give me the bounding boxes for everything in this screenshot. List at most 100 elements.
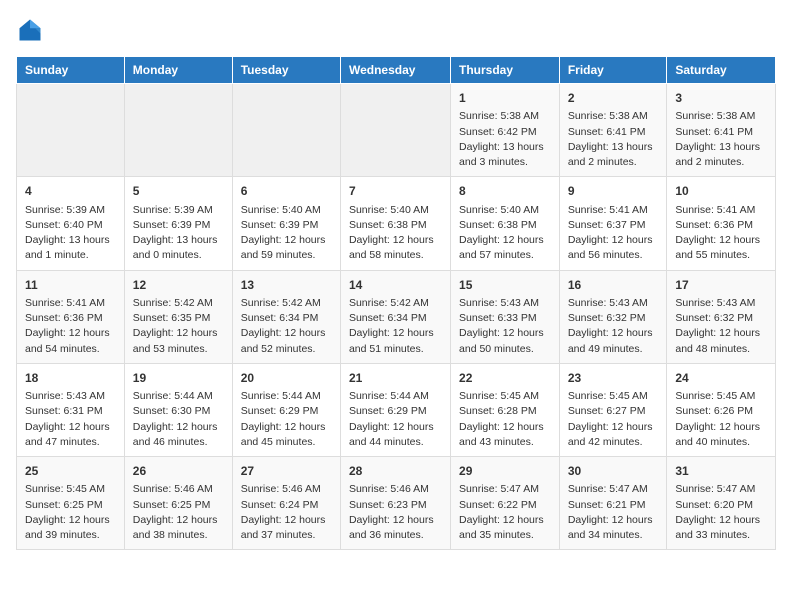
day-info-line: Sunrise: 5:46 AM [241, 483, 321, 495]
logo [16, 16, 48, 44]
calendar-header: SundayMondayTuesdayWednesdayThursdayFrid… [17, 57, 776, 84]
day-info-line: Sunrise: 5:38 AM [568, 110, 648, 122]
day-info-line: Sunset: 6:39 PM [133, 219, 211, 231]
calendar-week-5: 25Sunrise: 5:45 AMSunset: 6:25 PMDayligh… [17, 457, 776, 550]
calendar-cell [124, 84, 232, 177]
day-info-line: and 45 minutes. [241, 436, 316, 448]
day-info-line: and 39 minutes. [25, 529, 100, 541]
logo-icon [16, 16, 44, 44]
calendar-cell: 23Sunrise: 5:45 AMSunset: 6:27 PMDayligh… [559, 363, 667, 456]
calendar-cell: 2Sunrise: 5:38 AMSunset: 6:41 PMDaylight… [559, 84, 667, 177]
calendar-cell: 13Sunrise: 5:42 AMSunset: 6:34 PMDayligh… [232, 270, 340, 363]
calendar-cell: 12Sunrise: 5:42 AMSunset: 6:35 PMDayligh… [124, 270, 232, 363]
calendar-table: SundayMondayTuesdayWednesdayThursdayFrid… [16, 56, 776, 550]
day-number: 24 [675, 370, 767, 387]
day-number: 21 [349, 370, 442, 387]
day-info-line: Sunrise: 5:47 AM [459, 483, 539, 495]
day-info-line: Sunset: 6:20 PM [675, 499, 753, 511]
day-info-line: Sunrise: 5:44 AM [133, 390, 213, 402]
day-info-line: and 36 minutes. [349, 529, 424, 541]
day-info-line: and 55 minutes. [675, 249, 750, 261]
day-info-line: Sunset: 6:36 PM [675, 219, 753, 231]
day-number: 8 [459, 183, 551, 200]
day-info-line: Daylight: 12 hours [241, 421, 326, 433]
day-info-line: Sunset: 6:21 PM [568, 499, 646, 511]
day-number: 31 [675, 463, 767, 480]
day-info-line: Daylight: 12 hours [349, 514, 434, 526]
day-info-line: Sunset: 6:34 PM [349, 312, 427, 324]
calendar-cell: 19Sunrise: 5:44 AMSunset: 6:30 PMDayligh… [124, 363, 232, 456]
day-info-line: and 1 minute. [25, 249, 89, 261]
day-info-line: Sunrise: 5:38 AM [675, 110, 755, 122]
calendar-cell: 11Sunrise: 5:41 AMSunset: 6:36 PMDayligh… [17, 270, 125, 363]
calendar-cell [17, 84, 125, 177]
day-info-line: and 2 minutes. [675, 156, 744, 168]
day-info-line: Sunrise: 5:45 AM [459, 390, 539, 402]
day-info-line: Daylight: 12 hours [675, 421, 760, 433]
day-info-line: Sunset: 6:33 PM [459, 312, 537, 324]
day-info-line: Daylight: 12 hours [568, 421, 653, 433]
day-info-line: Daylight: 12 hours [25, 421, 110, 433]
day-info-line: Daylight: 12 hours [568, 234, 653, 246]
day-info-line: Daylight: 12 hours [241, 234, 326, 246]
day-info-line: Daylight: 12 hours [241, 514, 326, 526]
page-header [16, 16, 776, 44]
day-info-line: Sunset: 6:39 PM [241, 219, 319, 231]
weekday-header-friday: Friday [559, 57, 667, 84]
calendar-cell: 30Sunrise: 5:47 AMSunset: 6:21 PMDayligh… [559, 457, 667, 550]
day-number: 7 [349, 183, 442, 200]
day-info-line: and 44 minutes. [349, 436, 424, 448]
day-info-line: and 54 minutes. [25, 343, 100, 355]
calendar-cell: 16Sunrise: 5:43 AMSunset: 6:32 PMDayligh… [559, 270, 667, 363]
day-info-line: Daylight: 13 hours [459, 141, 544, 153]
day-info-line: Daylight: 12 hours [459, 327, 544, 339]
day-info-line: Sunset: 6:41 PM [675, 126, 753, 138]
calendar-cell: 7Sunrise: 5:40 AMSunset: 6:38 PMDaylight… [340, 177, 450, 270]
calendar-cell: 5Sunrise: 5:39 AMSunset: 6:39 PMDaylight… [124, 177, 232, 270]
weekday-header-tuesday: Tuesday [232, 57, 340, 84]
weekday-header-sunday: Sunday [17, 57, 125, 84]
day-info-line: and 49 minutes. [568, 343, 643, 355]
day-number: 1 [459, 90, 551, 107]
day-info-line: Sunrise: 5:45 AM [25, 483, 105, 495]
day-info-line: Sunset: 6:38 PM [349, 219, 427, 231]
day-number: 30 [568, 463, 659, 480]
day-info-line: and 38 minutes. [133, 529, 208, 541]
day-info-line: and 53 minutes. [133, 343, 208, 355]
calendar-cell: 20Sunrise: 5:44 AMSunset: 6:29 PMDayligh… [232, 363, 340, 456]
calendar-cell [340, 84, 450, 177]
calendar-week-2: 4Sunrise: 5:39 AMSunset: 6:40 PMDaylight… [17, 177, 776, 270]
calendar-cell: 10Sunrise: 5:41 AMSunset: 6:36 PMDayligh… [667, 177, 776, 270]
day-info-line: Sunrise: 5:47 AM [675, 483, 755, 495]
day-info-line: Sunset: 6:29 PM [241, 405, 319, 417]
day-info-line: Daylight: 12 hours [349, 327, 434, 339]
day-number: 20 [241, 370, 332, 387]
day-number: 14 [349, 277, 442, 294]
day-info-line: Sunrise: 5:38 AM [459, 110, 539, 122]
day-info-line: and 56 minutes. [568, 249, 643, 261]
day-info-line: Daylight: 12 hours [349, 421, 434, 433]
day-info-line: Sunset: 6:29 PM [349, 405, 427, 417]
day-info-line: Sunrise: 5:42 AM [241, 297, 321, 309]
day-number: 5 [133, 183, 224, 200]
day-info-line: Sunrise: 5:46 AM [133, 483, 213, 495]
day-info-line: and 51 minutes. [349, 343, 424, 355]
day-info-line: Sunrise: 5:40 AM [241, 204, 321, 216]
day-info-line: Sunrise: 5:41 AM [675, 204, 755, 216]
weekday-row: SundayMondayTuesdayWednesdayThursdayFrid… [17, 57, 776, 84]
day-info-line: Sunrise: 5:43 AM [459, 297, 539, 309]
day-info-line: Sunset: 6:35 PM [133, 312, 211, 324]
day-number: 18 [25, 370, 116, 387]
day-info-line: Sunset: 6:24 PM [241, 499, 319, 511]
day-number: 17 [675, 277, 767, 294]
day-info-line: and 0 minutes. [133, 249, 202, 261]
day-info-line: Daylight: 12 hours [568, 514, 653, 526]
calendar-cell: 26Sunrise: 5:46 AMSunset: 6:25 PMDayligh… [124, 457, 232, 550]
day-info-line: Sunrise: 5:43 AM [568, 297, 648, 309]
day-info-line: Daylight: 12 hours [349, 234, 434, 246]
day-info-line: Daylight: 13 hours [133, 234, 218, 246]
day-number: 25 [25, 463, 116, 480]
day-info-line: Daylight: 13 hours [25, 234, 110, 246]
day-info-line: Sunset: 6:34 PM [241, 312, 319, 324]
calendar-cell: 29Sunrise: 5:47 AMSunset: 6:22 PMDayligh… [451, 457, 560, 550]
